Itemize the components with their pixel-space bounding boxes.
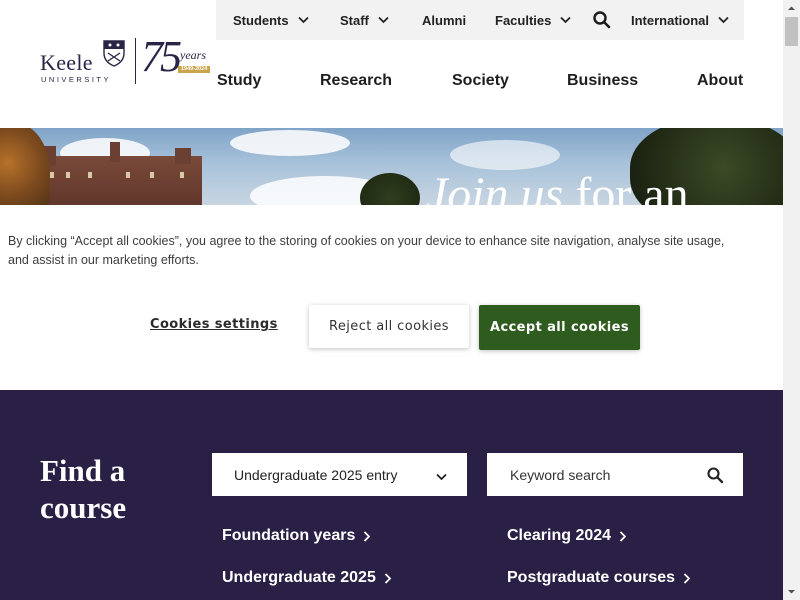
- utility-item-label: Students: [233, 12, 289, 28]
- chevron-right-icon: [619, 530, 627, 542]
- course-link-foundation-years[interactable]: Foundation years: [222, 527, 371, 545]
- utility-item-students[interactable]: Students: [233, 0, 309, 40]
- nav-about[interactable]: About: [697, 72, 743, 90]
- hero-tree: [360, 173, 420, 206]
- building-window: [50, 172, 54, 178]
- course-link-label: Postgraduate courses: [507, 569, 676, 586]
- nav-research[interactable]: Research: [320, 72, 392, 90]
- utility-item-faculties[interactable]: Faculties: [495, 0, 571, 40]
- utility-item-staff[interactable]: Staff: [340, 0, 389, 40]
- scrollbar-thumb[interactable]: [785, 17, 798, 46]
- hero-headline: Join us for an: [426, 168, 689, 207]
- scroll-up-arrow-icon[interactable]: [783, 0, 800, 17]
- scroll-down-arrow-icon[interactable]: [783, 583, 800, 600]
- nav-society[interactable]: Society: [452, 72, 509, 90]
- hero-headline-italic: Join us: [426, 168, 564, 207]
- building-window: [66, 172, 70, 178]
- anniversary-word: years: [180, 48, 206, 62]
- logo-divider: [135, 38, 136, 84]
- hero-cloud: [450, 140, 560, 170]
- building-tower: [110, 142, 120, 162]
- keyword-search-input[interactable]: [487, 453, 743, 496]
- chevron-right-icon: [384, 572, 392, 584]
- anniversary-dates: 1949-2024: [178, 66, 211, 73]
- search-icon[interactable]: [592, 10, 612, 30]
- course-link-clearing[interactable]: Clearing 2024: [507, 527, 627, 545]
- utility-item-international[interactable]: International: [631, 0, 729, 40]
- course-link-label: Clearing 2024: [507, 527, 612, 544]
- anniversary-number: 75: [141, 32, 182, 81]
- building-tower: [175, 148, 191, 164]
- hero-banner: Join us for an: [0, 128, 783, 206]
- utility-item-alumni[interactable]: Alumni: [422, 0, 466, 40]
- accept-cookies-button[interactable]: Accept all cookies: [479, 305, 640, 350]
- page-scrollbar[interactable]: [783, 0, 800, 600]
- find-course-title: Find a course: [40, 453, 127, 525]
- building-window: [180, 172, 184, 178]
- utility-item-label: Faculties: [495, 12, 552, 28]
- cookie-banner: By clicking “Accept all cookies”, you ag…: [0, 205, 783, 390]
- find-course-section: Find a course Undergraduate 2025 entry F…: [0, 390, 783, 600]
- logo-wordmark: Keele: [40, 50, 93, 75]
- utility-nav: Students Staff Alumni Faculties Internat…: [216, 0, 744, 40]
- hero-cloud: [230, 130, 350, 156]
- reject-cookies-button[interactable]: Reject all cookies: [309, 305, 469, 348]
- chevron-down-icon: [297, 16, 309, 24]
- course-link-label: Foundation years: [222, 527, 356, 544]
- entry-year-value: Undergraduate 2025 entry: [234, 466, 398, 483]
- chevron-down-icon: [378, 16, 389, 24]
- hero-headline-rest: for an: [563, 168, 689, 207]
- chevron-right-icon: [363, 530, 371, 542]
- utility-item-label: Alumni: [422, 12, 467, 28]
- nav-business[interactable]: Business: [567, 72, 638, 90]
- entry-year-select[interactable]: Undergraduate 2025 entry: [212, 453, 467, 496]
- utility-item-label: International: [631, 12, 710, 28]
- course-link-postgraduate[interactable]: Postgraduate courses: [507, 569, 691, 587]
- building-window: [126, 172, 130, 178]
- building-window: [150, 172, 154, 178]
- chevron-down-icon: [560, 16, 571, 24]
- chevron-down-icon: [718, 16, 729, 24]
- utility-item-label: Staff: [340, 12, 369, 28]
- university-logo[interactable]: Keele UNIVERSITY 75 years 1949-2024: [40, 32, 216, 88]
- logo-subtitle: UNIVERSITY: [41, 75, 112, 84]
- search-icon[interactable]: [706, 466, 724, 484]
- crest-icon: [102, 39, 126, 67]
- hero-building: [30, 142, 202, 206]
- building-window: [88, 172, 92, 178]
- course-link-label: Undergraduate 2025: [222, 569, 376, 586]
- hero-tree: [0, 128, 50, 206]
- cookies-settings-button[interactable]: Cookies settings: [150, 317, 278, 332]
- chevron-down-icon: [436, 468, 447, 484]
- nav-study[interactable]: Study: [217, 72, 261, 90]
- cookie-message: By clicking “Accept all cookies”, you ag…: [8, 234, 725, 267]
- course-link-undergraduate[interactable]: Undergraduate 2025: [222, 569, 392, 587]
- chevron-right-icon: [683, 572, 691, 584]
- site-header: Students Staff Alumni Faculties Internat…: [0, 0, 783, 128]
